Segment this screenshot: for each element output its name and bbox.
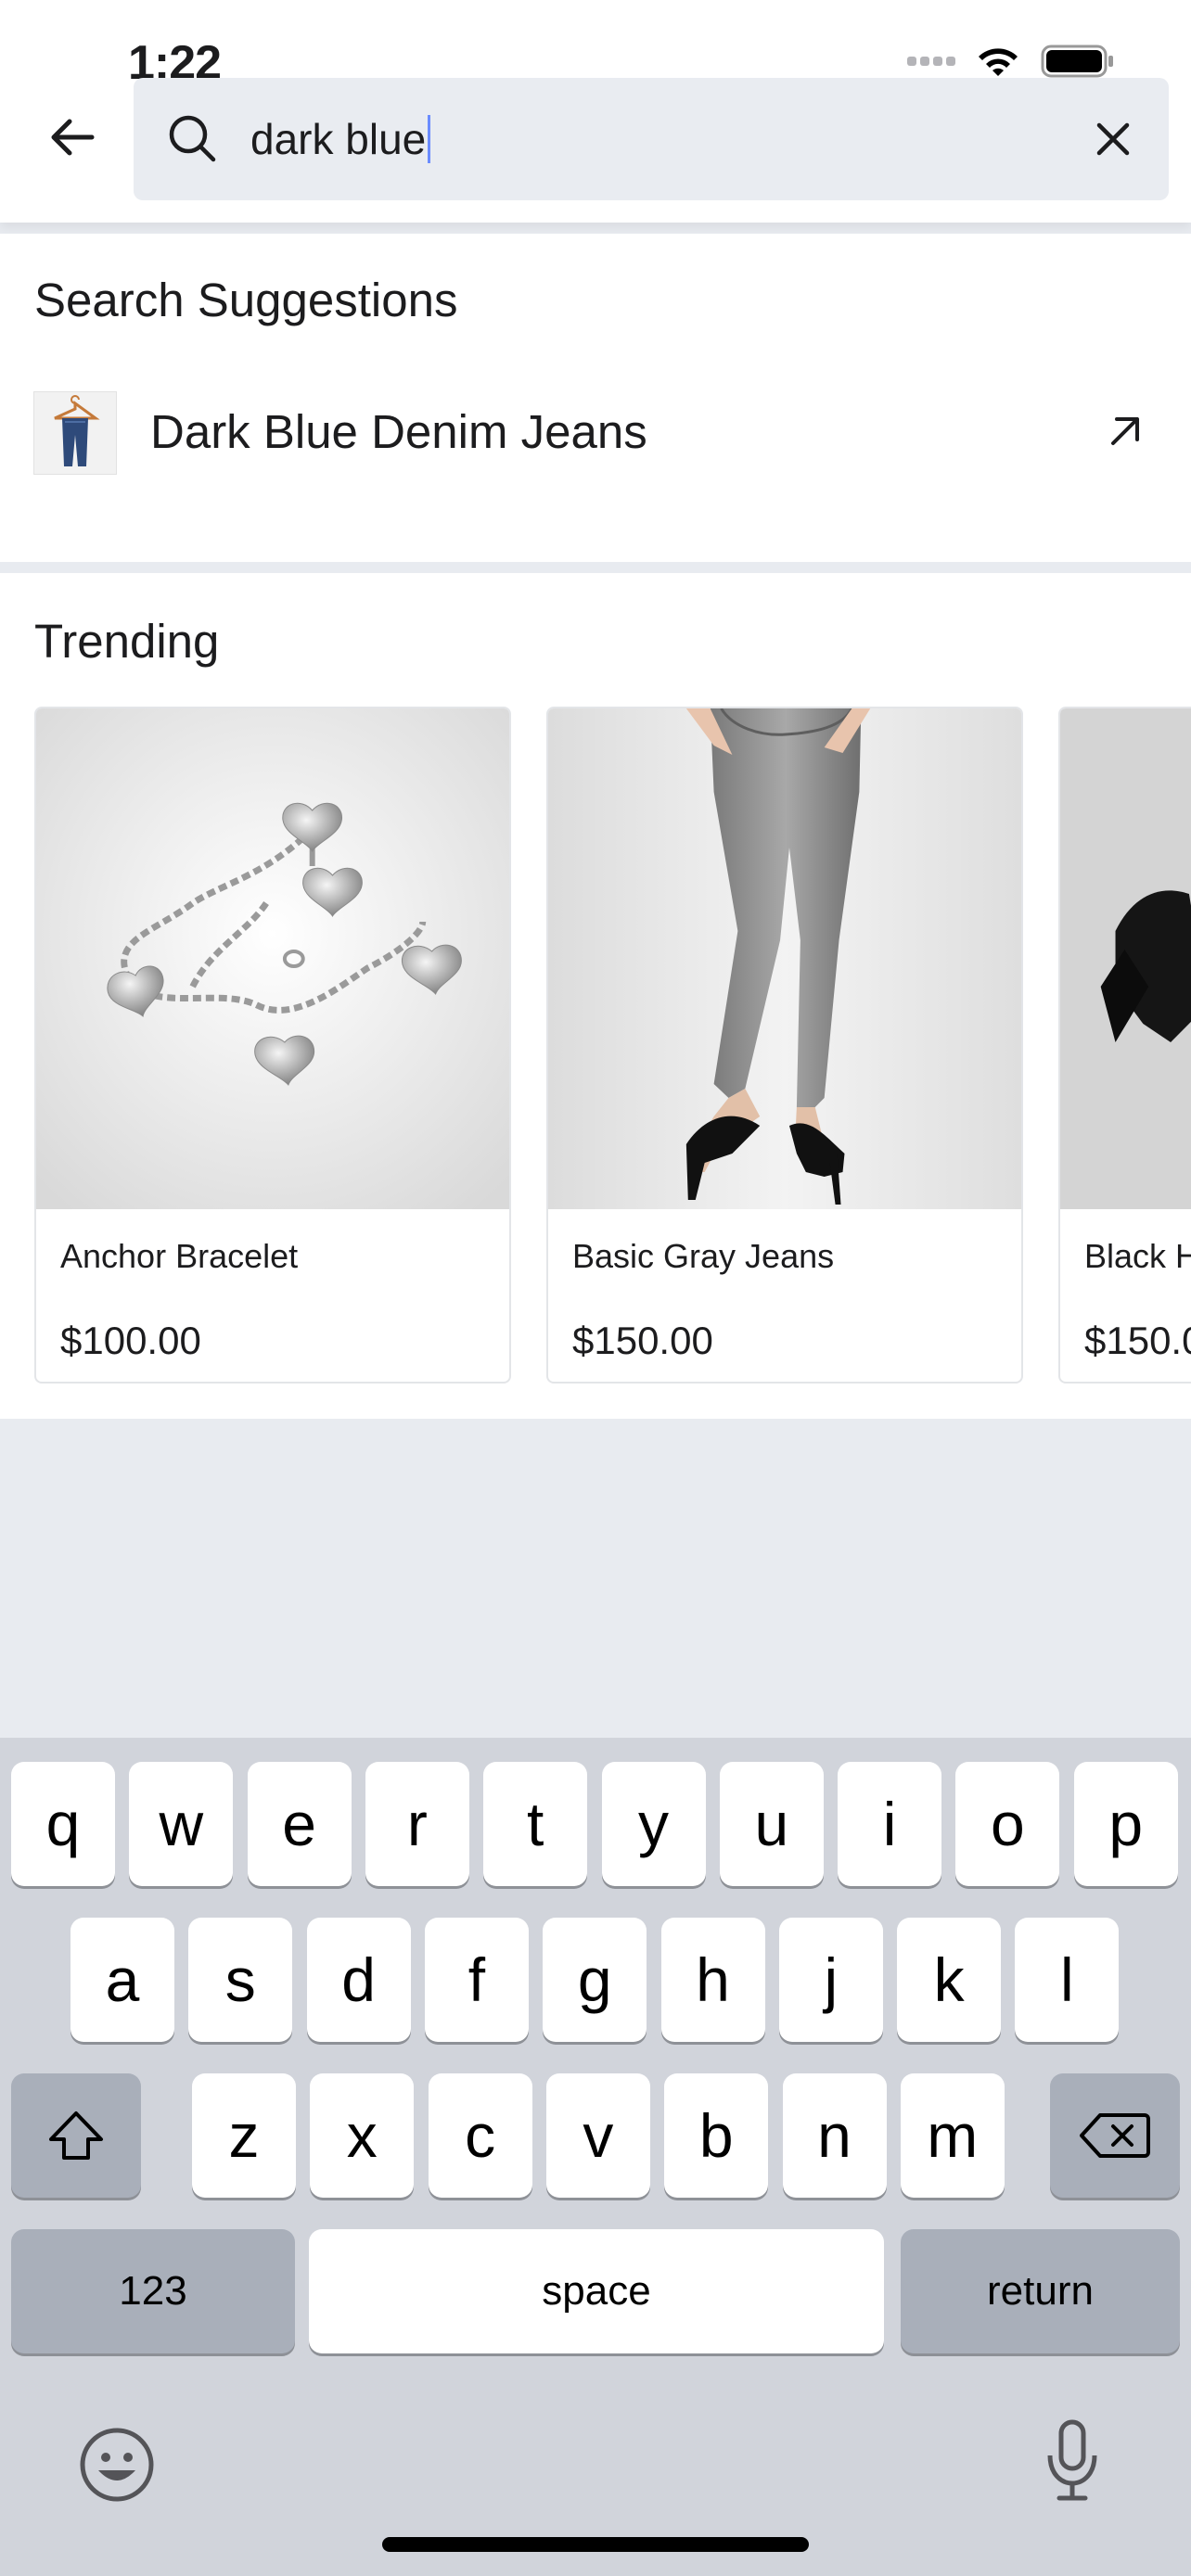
product-card[interactable]: Anchor Bracelet $100.00: [34, 707, 511, 1384]
delete-key[interactable]: [1050, 2073, 1180, 2198]
key-i[interactable]: i: [838, 1762, 942, 1886]
key-k[interactable]: k: [897, 1918, 1002, 2042]
product-name: Basic Gray Jeans: [572, 1237, 835, 1275]
key-g[interactable]: g: [543, 1918, 647, 2042]
close-icon: [1096, 122, 1130, 156]
back-arrow-icon: [51, 119, 95, 156]
key-f[interactable]: f: [424, 1918, 529, 2042]
jeans-thumbnail: [33, 391, 117, 475]
numbers-key[interactable]: 123: [11, 2229, 295, 2353]
key-t[interactable]: t: [483, 1762, 588, 1886]
key-s[interactable]: s: [188, 1918, 293, 2042]
product-price: $100.00: [60, 1319, 201, 1362]
key-o[interactable]: o: [955, 1762, 1060, 1886]
product-card[interactable]: Basic Gray Jeans $150.00: [546, 707, 1023, 1384]
battery-icon: [1041, 45, 1113, 78]
key-x[interactable]: x: [310, 2073, 415, 2198]
key-u[interactable]: u: [719, 1762, 824, 1886]
suggestion-label: Dark Blue Denim Jeans: [150, 405, 647, 458]
key-b[interactable]: b: [664, 2073, 769, 2198]
microphone-icon[interactable]: [1044, 2418, 1100, 2504]
home-indicator: [382, 2537, 809, 2552]
search-suggestions-section: Search Suggestions Dark Blue Denim Jeans: [0, 234, 1191, 562]
key-m[interactable]: m: [900, 2073, 1005, 2198]
key-h[interactable]: h: [660, 1918, 765, 2042]
key-c[interactable]: c: [428, 2073, 532, 2198]
product-card[interactable]: Black H $150.0: [1058, 707, 1191, 1384]
trending-section: Trending Anchor Bracelet $100.00 Basic G…: [0, 573, 1191, 1419]
search-input-value: dark blue: [250, 115, 427, 163]
key-q[interactable]: q: [11, 1762, 115, 1886]
text-caret: [428, 115, 431, 163]
product-price: $150.00: [572, 1319, 713, 1362]
key-e[interactable]: e: [247, 1762, 352, 1886]
search-icon: [169, 115, 216, 162]
product-name: Black H: [1084, 1237, 1191, 1275]
suggestion-item[interactable]: Dark Blue Denim Jeans: [0, 391, 1191, 499]
signal-icon: [907, 57, 955, 66]
onscreen-keyboard: qwertyuiop asdfghjkl zxcvbnm 123 space r…: [0, 1738, 1191, 2576]
product-price: $150.0: [1084, 1319, 1191, 1362]
key-r[interactable]: r: [365, 1762, 469, 1886]
key-n[interactable]: n: [782, 2073, 887, 2198]
key-y[interactable]: y: [601, 1762, 706, 1886]
wifi-icon: [979, 48, 1018, 76]
section-title-suggestions: Search Suggestions: [34, 274, 458, 326]
shift-key[interactable]: [11, 2073, 141, 2198]
shift-icon: [49, 2111, 103, 2160]
emoji-icon[interactable]: [78, 2426, 156, 2504]
product-image-bracelet: [36, 708, 509, 1209]
section-title-trending: Trending: [34, 615, 220, 668]
key-z[interactable]: z: [192, 2073, 296, 2198]
key-w[interactable]: w: [129, 1762, 234, 1886]
arrow-up-left-icon[interactable]: [1100, 406, 1150, 456]
status-icons: [907, 43, 1115, 80]
key-d[interactable]: d: [306, 1918, 411, 2042]
jeans-on-hanger-image: [54, 395, 100, 466]
key-l[interactable]: l: [1015, 1918, 1120, 2042]
search-header: 1:22 dark blue: [0, 0, 1191, 223]
product-name: Anchor Bracelet: [60, 1237, 299, 1275]
backspace-icon: [1080, 2113, 1150, 2158]
product-image-gray-jeans: [548, 708, 1021, 1209]
key-j[interactable]: j: [778, 1918, 883, 2042]
key-p[interactable]: p: [1073, 1762, 1178, 1886]
key-a[interactable]: a: [70, 1918, 174, 2042]
back-button[interactable]: [37, 102, 108, 172]
return-key[interactable]: return: [901, 2229, 1180, 2353]
search-field[interactable]: dark blue: [134, 78, 1169, 200]
product-image-black-jacket: [1060, 708, 1191, 1209]
search-input[interactable]: dark blue: [250, 113, 431, 165]
space-key[interactable]: space: [309, 2229, 884, 2353]
clear-search-button[interactable]: [1085, 111, 1141, 167]
key-v[interactable]: v: [545, 2073, 650, 2198]
